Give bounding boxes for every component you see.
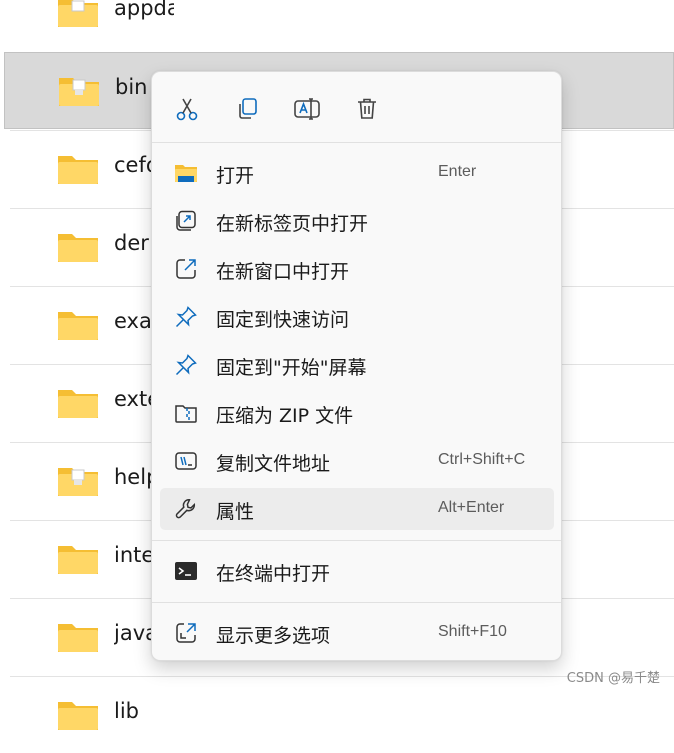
delete-icon [358,98,376,119]
folder-icon [58,624,98,652]
file-name: appdata [114,0,174,20]
copy-icon [239,98,257,119]
rename-icon [294,98,320,120]
separator [152,540,561,541]
menu-item-label: 在新窗口中打开 [216,261,350,283]
menu-item-label: 复制文件地址 [216,453,331,475]
open-folder-icon [175,165,197,182]
menu-item-pin-start[interactable]: 固定到"开始"屏幕 [160,344,554,386]
copy-button[interactable] [229,92,265,126]
context-menu: 打开 Enter 在新标签页中打开 在新窗口中打开 固定到快速访问 固定到"开始… [151,71,562,661]
separator [152,142,561,143]
cut-icon [176,98,198,121]
menu-item-pin-quick-access[interactable]: 固定到快速访问 [160,296,554,338]
delete-button[interactable] [349,92,385,126]
folder-with-file-icon [58,468,98,496]
menu-item-label: 显示更多选项 [216,625,331,647]
folder-icon [58,156,98,184]
menu-item-copy-path[interactable]: 复制文件地址 Ctrl+Shift+C [160,440,554,482]
terminal-icon [175,562,197,580]
menu-item-open-terminal[interactable]: 在终端中打开 [160,550,554,592]
menu-item-label: 固定到"开始"屏幕 [216,357,367,379]
folder-icon [58,234,98,262]
menu-item-open-new-window[interactable]: 在新窗口中打开 [160,248,554,290]
properties-wrench-icon [175,499,196,519]
zip-icon [175,405,197,423]
separator [152,602,561,603]
menu-item-shortcut: Enter [438,163,477,180]
menu-item-label: 打开 [216,165,255,187]
file-name: lib [114,699,139,723]
watermark: CSDN @易千楚 [566,671,660,686]
folder-with-file-icon [58,0,98,27]
menu-item-properties[interactable]: 属性 Alt+Enter [160,488,554,530]
rename-button[interactable] [289,92,325,126]
folder-with-file-icon [59,78,99,106]
folder-icon [58,312,98,340]
file-row-appdata[interactable]: appdata [10,0,674,51]
file-row-lib[interactable]: lib [10,676,674,753]
pin-start-icon [175,354,197,376]
pin-icon [175,306,197,328]
menu-item-shortcut: Shift+F10 [438,623,507,640]
more-options-icon [176,623,196,643]
menu-item-label: 在终端中打开 [216,563,331,585]
menu-item-label: 压缩为 ZIP 文件 [216,405,354,427]
new-window-icon [176,259,196,279]
menu-item-shortcut: Alt+Enter [438,499,505,516]
menu-item-compress-zip[interactable]: 压缩为 ZIP 文件 [160,392,554,434]
new-tab-icon [176,210,196,231]
folder-icon [58,546,98,574]
menu-item-label: 在新标签页中打开 [216,213,369,235]
cut-button[interactable] [169,92,205,126]
folder-icon [58,702,98,730]
copy-path-icon [175,452,197,470]
menu-item-open-new-tab[interactable]: 在新标签页中打开 [160,200,554,242]
menu-item-label: 属性 [216,501,255,523]
menu-item-shortcut: Ctrl+Shift+C [438,451,526,468]
menu-item-open[interactable]: 打开 Enter [160,152,554,194]
menu-item-show-more-options[interactable]: 显示更多选项 Shift+F10 [160,612,554,654]
menu-item-label: 固定到快速访问 [216,309,350,331]
folder-icon [58,390,98,418]
